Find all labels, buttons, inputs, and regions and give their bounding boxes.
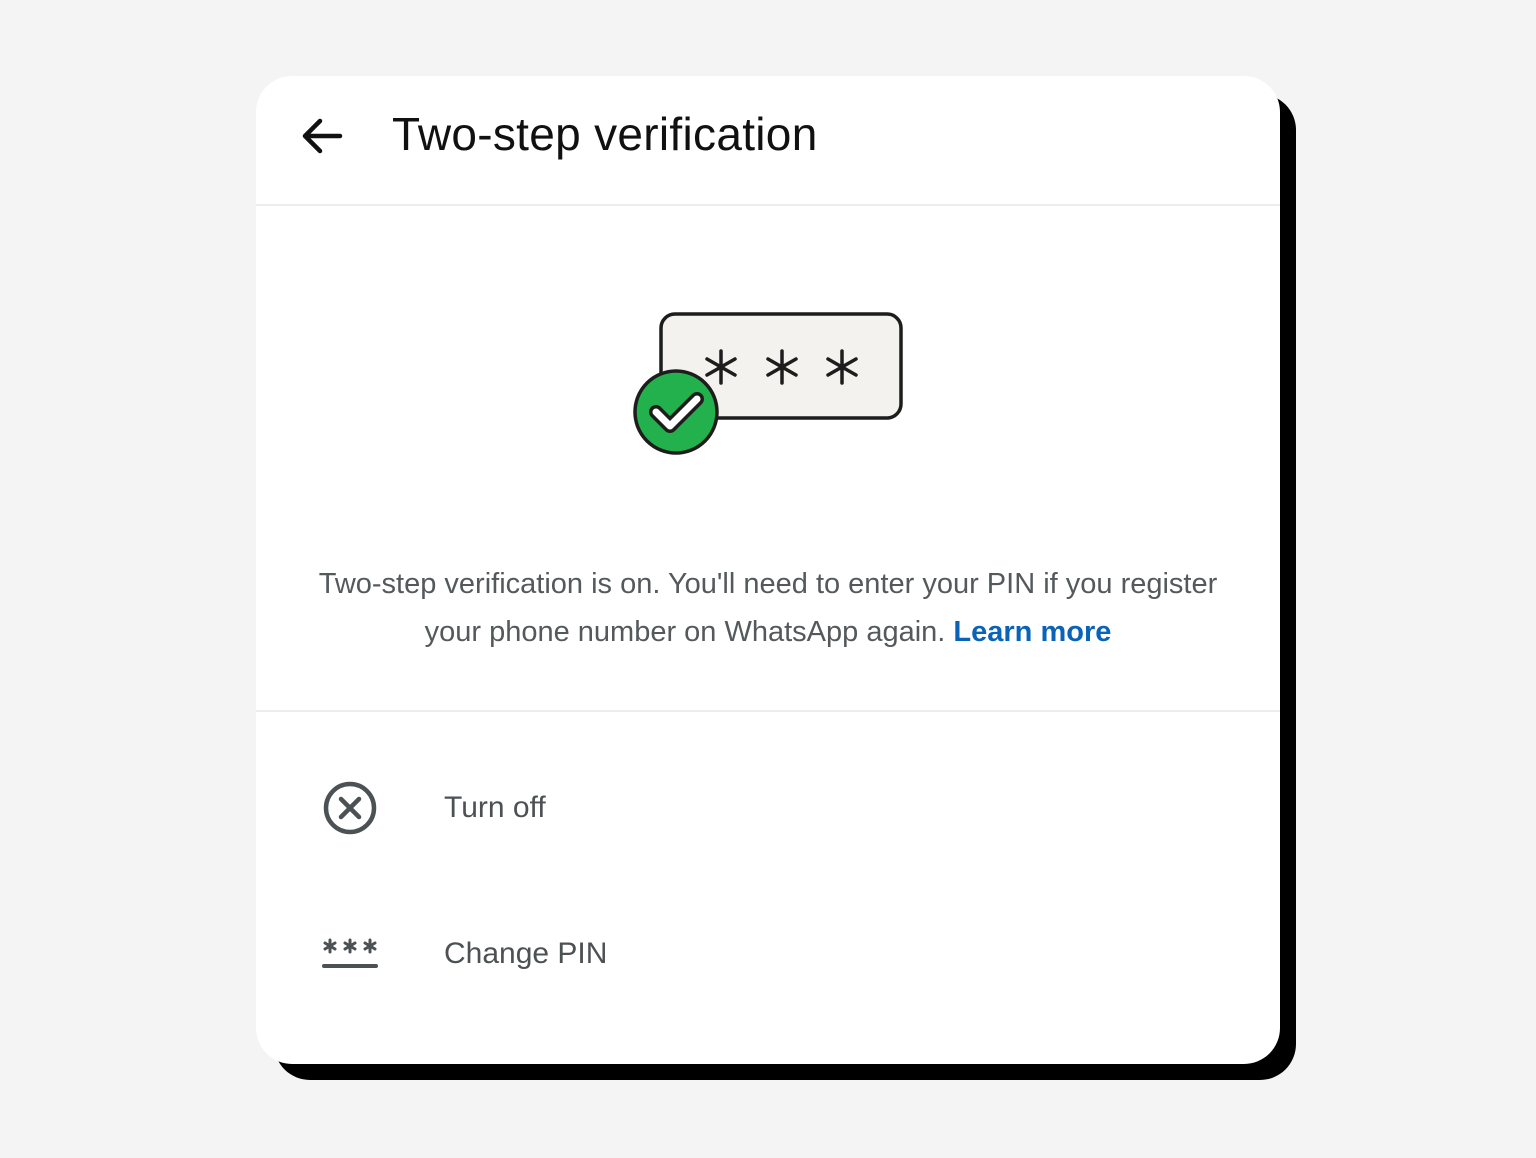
turn-off-option[interactable]: Turn off — [256, 748, 1280, 868]
pin-dots-icon — [318, 924, 382, 984]
settings-card: Two-step verification Two-step verificat… — [256, 76, 1280, 1064]
page-title: Two-step verification — [392, 108, 818, 160]
close-circle-icon — [318, 778, 382, 838]
turn-off-label: Turn off — [444, 791, 546, 824]
arrow-left-icon — [302, 118, 343, 154]
pin-illustration — [626, 306, 916, 466]
change-pin-option[interactable]: Change PIN — [256, 894, 1280, 1014]
check-circle-icon — [633, 369, 719, 455]
section-divider — [256, 710, 1280, 712]
change-pin-label: Change PIN — [444, 937, 608, 970]
learn-more-link[interactable]: Learn more — [953, 616, 1111, 648]
app-bar: Two-step verification — [256, 76, 1280, 206]
status-description: Two-step verification is on. You'll need… — [316, 560, 1220, 656]
back-button[interactable] — [292, 106, 352, 166]
